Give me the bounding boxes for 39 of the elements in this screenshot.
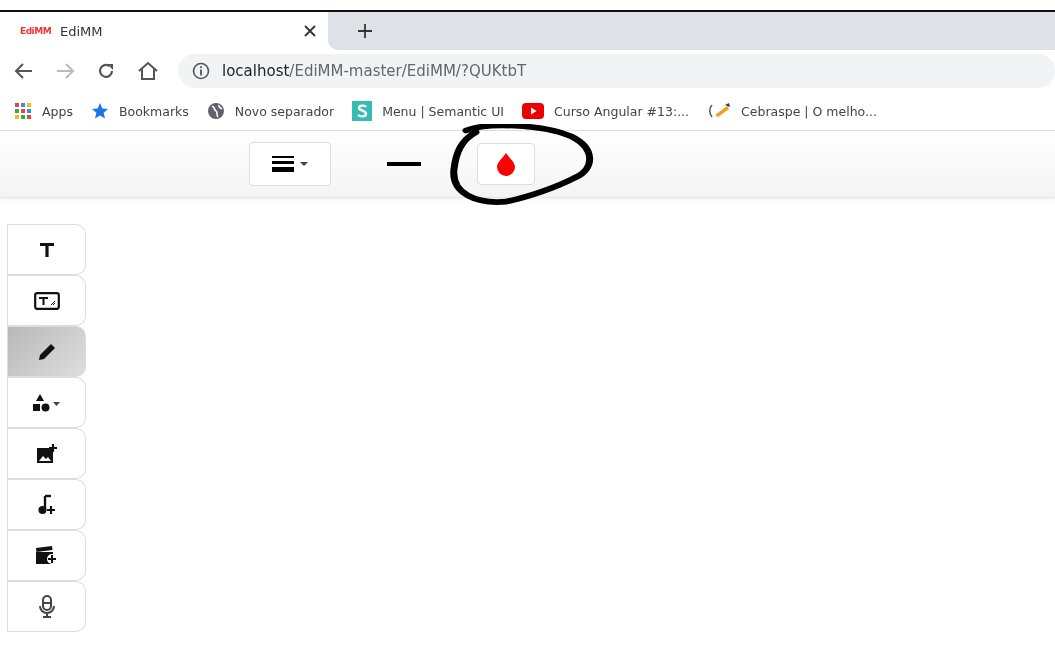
color-button[interactable] <box>477 143 535 185</box>
tool-button[interactable] <box>8 581 86 632</box>
reload-icon[interactable] <box>96 61 116 81</box>
star-icon <box>90 102 109 120</box>
address-field[interactable]: localhost/EdiMM-master/EdiMM/?QUKtbT <box>178 54 1055 88</box>
line-style-dropdown[interactable] <box>249 142 331 186</box>
tool-button[interactable] <box>8 275 86 326</box>
line-style-icon <box>270 154 310 174</box>
bookmark[interactable]: Novo separador <box>206 102 335 120</box>
favicon: EdiMM <box>20 26 52 36</box>
tab-title: EdiMM <box>60 23 104 39</box>
tool-button[interactable] <box>8 479 86 530</box>
add-video-icon <box>34 545 59 566</box>
apps-grid-icon <box>14 102 32 120</box>
bookmark[interactable]: Cebraspe | O melho... <box>707 101 877 121</box>
home-icon[interactable] <box>137 61 159 81</box>
s-logo-icon <box>352 101 373 121</box>
bookmark[interactable]: Curso Angular #13:... <box>522 103 690 119</box>
close-icon[interactable] <box>304 25 316 37</box>
plus-icon[interactable] <box>358 24 372 38</box>
info-icon[interactable] <box>192 62 210 80</box>
tool-button[interactable] <box>8 530 86 581</box>
text-icon <box>38 241 55 258</box>
tool-button[interactable] <box>8 326 86 377</box>
shapes-icon <box>31 392 62 413</box>
back-icon[interactable] <box>14 61 34 81</box>
pencil-icon <box>36 341 57 362</box>
tool-button[interactable] <box>8 377 86 428</box>
tool-button[interactable] <box>8 428 86 479</box>
globe-icon <box>206 102 225 120</box>
add-music-icon <box>36 493 57 516</box>
bookmark[interactable]: Bookmarks <box>90 102 189 120</box>
text-box-icon <box>33 291 60 310</box>
play-icon <box>522 103 545 119</box>
bookmark[interactable]: Menu | Semantic UI <box>352 101 505 121</box>
url-text: localhost/EdiMM-master/EdiMM/?QUKtbT <box>222 62 527 80</box>
add-image-icon <box>35 443 58 464</box>
microphone-icon <box>37 594 56 619</box>
bookmark[interactable]: Apps <box>14 102 73 120</box>
